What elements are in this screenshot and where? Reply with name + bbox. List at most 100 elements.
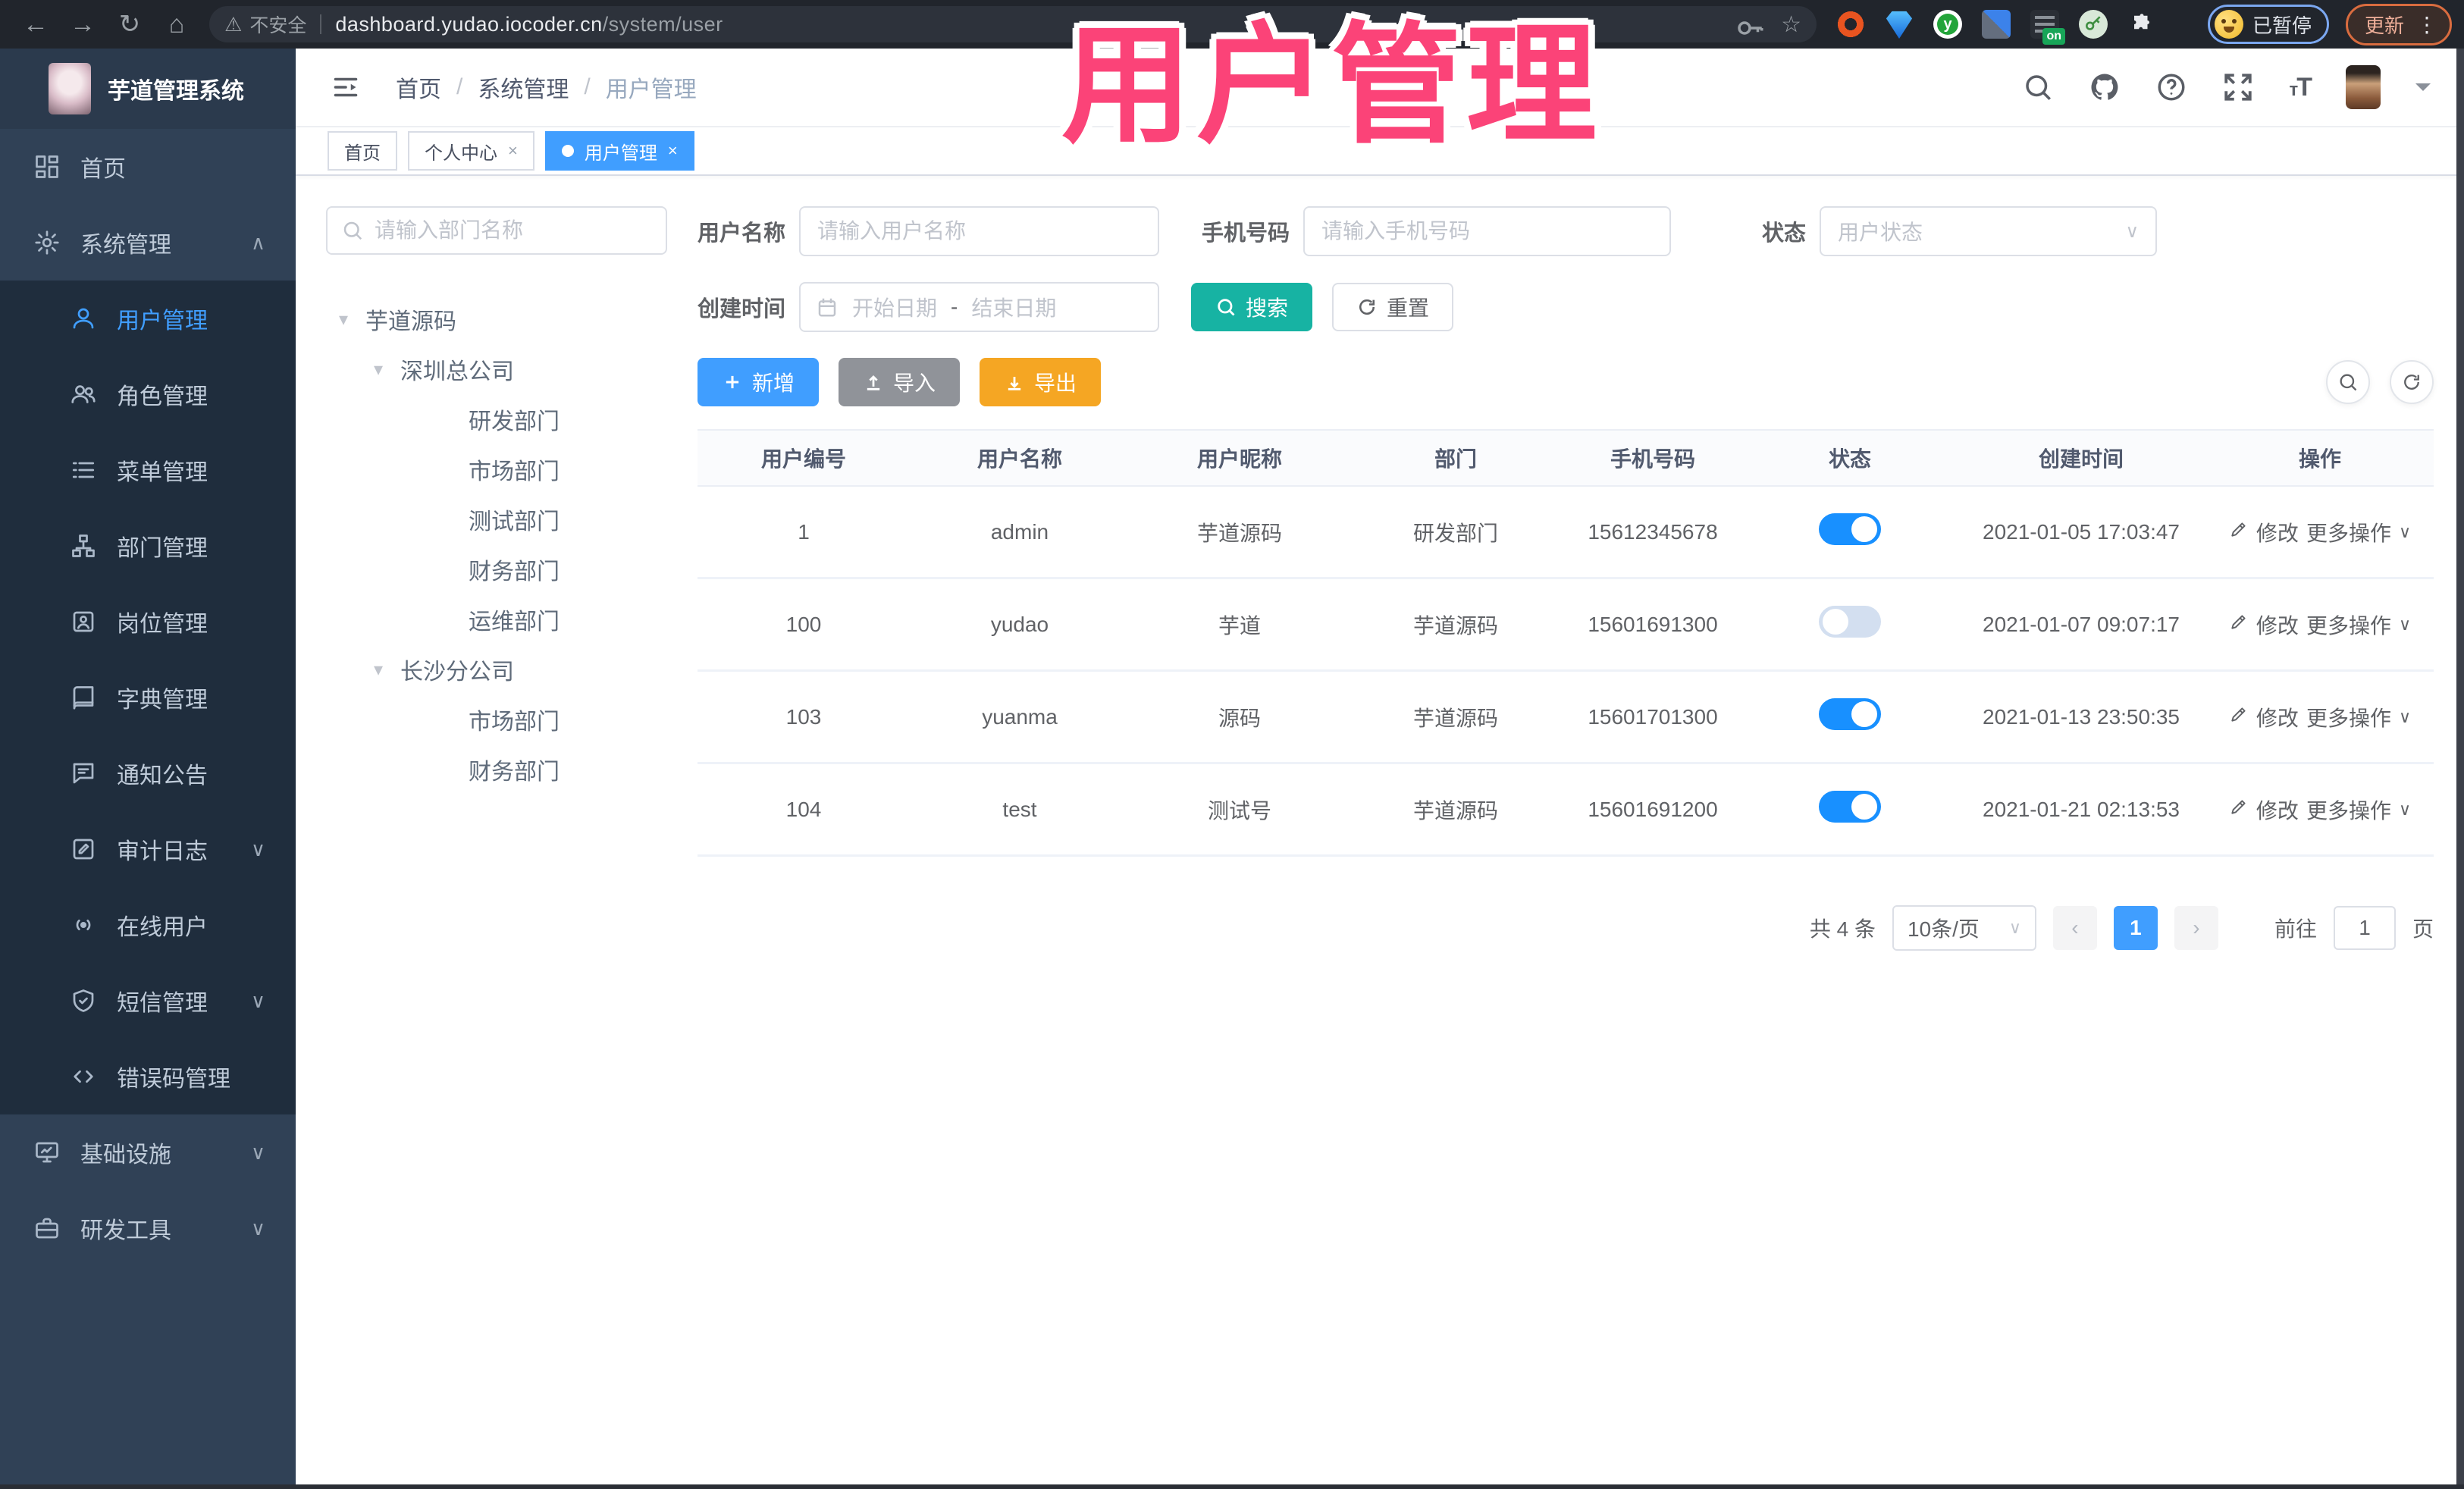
export-button[interactable]: 导出 — [980, 358, 1102, 406]
tree-node[interactable]: 测试部门 — [326, 494, 667, 544]
sidebar-item-dept-management[interactable]: 部门管理 — [0, 508, 296, 584]
sidebar-item-audit-log[interactable]: 审计日志 ∨ — [0, 811, 296, 887]
username-input[interactable] — [799, 206, 1160, 256]
goto-page-input[interactable] — [2333, 906, 2396, 950]
help-icon[interactable] — [2155, 71, 2187, 103]
tree-node[interactable]: 运维部门 — [326, 594, 667, 644]
browser-menu-icon[interactable]: ⋮ — [2416, 12, 2437, 37]
extensions-puzzle-icon[interactable] — [2127, 10, 2156, 39]
edit-link[interactable]: 修改 — [2256, 795, 2299, 825]
edit-link[interactable]: 修改 — [2256, 610, 2299, 640]
edit-link[interactable]: 修改 — [2256, 517, 2299, 547]
pagination: 共 4 条 10条/页 ∨ ‹ 1 › 前往 页 — [698, 905, 2434, 951]
sidebar-item-menu-management[interactable]: 菜单管理 — [0, 432, 296, 508]
github-icon[interactable] — [2089, 71, 2121, 103]
status-toggle[interactable] — [1819, 791, 1881, 823]
app-logo — [49, 63, 91, 114]
browser-forward-icon[interactable]: → — [59, 0, 106, 49]
date-range-picker[interactable]: 开始日期 - 结束日期 — [799, 282, 1160, 332]
tab-home[interactable]: 首页 — [328, 131, 397, 171]
update-button[interactable]: 更新 ⋮ — [2345, 3, 2452, 45]
status-select[interactable]: 用户状态 ∨ — [1820, 206, 2158, 256]
dept-search-input[interactable] — [375, 218, 652, 243]
extension-grid-icon[interactable] — [1982, 10, 2011, 39]
caret-down-icon[interactable]: ▾ — [334, 309, 353, 331]
sidebar-item-label: 系统管理 — [80, 233, 171, 258]
status-toggle[interactable] — [1819, 513, 1881, 545]
tab-profile[interactable]: 个人中心 × — [408, 131, 534, 171]
sidebar-item-post-management[interactable]: 岗位管理 — [0, 584, 296, 660]
tree-node[interactable]: ▾ 深圳总公司 — [326, 344, 667, 394]
extension-switch-icon[interactable]: on — [2030, 10, 2065, 45]
prev-page-button[interactable]: ‹ — [2052, 906, 2097, 950]
sidebar-item-dict-management[interactable]: 字典管理 — [0, 660, 296, 735]
more-actions-link[interactable]: 更多操作 — [2306, 610, 2391, 640]
tree-node[interactable]: 市场部门 — [326, 444, 667, 494]
browser-reload-icon[interactable]: ↻ — [106, 0, 153, 49]
collapse-sidebar-icon[interactable] — [329, 74, 362, 101]
bookmark-star-icon[interactable]: ☆ — [1781, 11, 1801, 38]
sidebar-item-sms-management[interactable]: 短信管理 ∨ — [0, 963, 296, 1039]
caret-down-icon[interactable]: ▾ — [368, 359, 388, 381]
reset-button[interactable]: 重置 — [1332, 283, 1454, 331]
sidebar-item-infrastructure[interactable]: 基础设施 ∨ — [0, 1114, 296, 1190]
status-toggle[interactable] — [1819, 698, 1881, 730]
page-unit-label: 页 — [2412, 917, 2434, 941]
extension-y-icon[interactable]: y — [1933, 10, 1962, 39]
next-page-button[interactable]: › — [2174, 906, 2218, 950]
tab-user-management[interactable]: 用户管理 × — [544, 131, 694, 171]
page-size-select[interactable]: 10条/页 ∨ — [1892, 905, 2036, 951]
close-tab-icon[interactable]: × — [668, 141, 678, 161]
browser-back-icon[interactable]: ← — [12, 0, 59, 49]
close-tab-icon[interactable]: × — [508, 141, 518, 161]
page-1-button[interactable]: 1 — [2113, 906, 2158, 950]
password-key-icon[interactable] — [1734, 12, 1763, 36]
row-actions: 修改 更多操作 ∨ — [2206, 795, 2434, 825]
more-actions-link[interactable]: 更多操作 — [2306, 795, 2391, 825]
tree-node[interactable]: ▾ 长沙分公司 — [326, 644, 667, 694]
extension-gem-icon[interactable] — [1886, 11, 1913, 39]
profile-paused-pill[interactable]: 已暂停 — [2207, 5, 2329, 44]
sidebar-item-dev-tools[interactable]: 研发工具 ∨ — [0, 1190, 296, 1266]
download-icon — [1008, 377, 1021, 390]
sidebar-item-notice[interactable]: 通知公告 — [0, 735, 296, 811]
refresh-table-button[interactable] — [2390, 360, 2434, 404]
cell-dept: 芋道源码 — [1412, 613, 1498, 638]
sidebar-item-system-management[interactable]: 系统管理 ∧ — [0, 205, 296, 281]
tree-node[interactable]: 财务部门 — [326, 744, 667, 795]
date-start-placeholder: 开始日期 — [852, 296, 938, 320]
avatar-caret-icon[interactable] — [2415, 83, 2431, 99]
breadcrumb-system[interactable]: 系统管理 — [478, 71, 569, 104]
sidebar-item-error-code-management[interactable]: 错误码管理 — [0, 1039, 296, 1114]
mobile-input[interactable] — [1303, 206, 1672, 256]
toggle-search-button[interactable] — [2326, 360, 2370, 404]
tree-node[interactable]: 财务部门 — [326, 544, 667, 594]
more-actions-link[interactable]: 更多操作 — [2306, 517, 2391, 547]
tree-node[interactable]: 研发部门 — [326, 394, 667, 444]
breadcrumb-home[interactable]: 首页 — [396, 71, 441, 104]
caret-down-icon[interactable]: ▾ — [368, 659, 388, 681]
users-icon — [70, 381, 97, 408]
sidebar-nav: 首页 系统管理 ∧ 用户管理 角色管理 菜单管理 部门管理 岗位管理 字典管理 通知公告 审计日志 ∨… — [0, 129, 296, 1266]
font-size-icon[interactable]: тT — [2289, 73, 2312, 102]
edit-link[interactable]: 修改 — [2256, 702, 2299, 732]
user-avatar[interactable] — [2346, 65, 2381, 109]
sidebar-item-role-management[interactable]: 角色管理 — [0, 356, 296, 432]
sidebar-item-online-users[interactable]: 在线用户 — [0, 887, 296, 963]
extension-ubuntu-icon[interactable] — [1836, 10, 1865, 39]
tree-node-label: 市场部门 — [469, 710, 560, 735]
extension-key-icon[interactable] — [2079, 10, 2108, 39]
tree-node[interactable]: ▾ 芋道源码 — [326, 294, 667, 344]
tree-node[interactable]: 市场部门 — [326, 694, 667, 744]
sidebar-item-home[interactable]: 首页 — [0, 129, 296, 205]
search-button[interactable]: 搜索 — [1191, 283, 1313, 331]
add-button[interactable]: 新增 — [698, 358, 820, 406]
sidebar-item-user-management[interactable]: 用户管理 — [0, 281, 296, 356]
header-search-icon[interactable] — [2022, 71, 2054, 103]
fullscreen-icon[interactable] — [2222, 71, 2254, 103]
status-toggle[interactable] — [1819, 606, 1881, 638]
browser-home-icon[interactable]: ⌂ — [153, 0, 200, 49]
mobile-label: 手机号码 — [1202, 221, 1290, 246]
import-button[interactable]: 导入 — [839, 358, 961, 406]
more-actions-link[interactable]: 更多操作 — [2306, 702, 2391, 732]
